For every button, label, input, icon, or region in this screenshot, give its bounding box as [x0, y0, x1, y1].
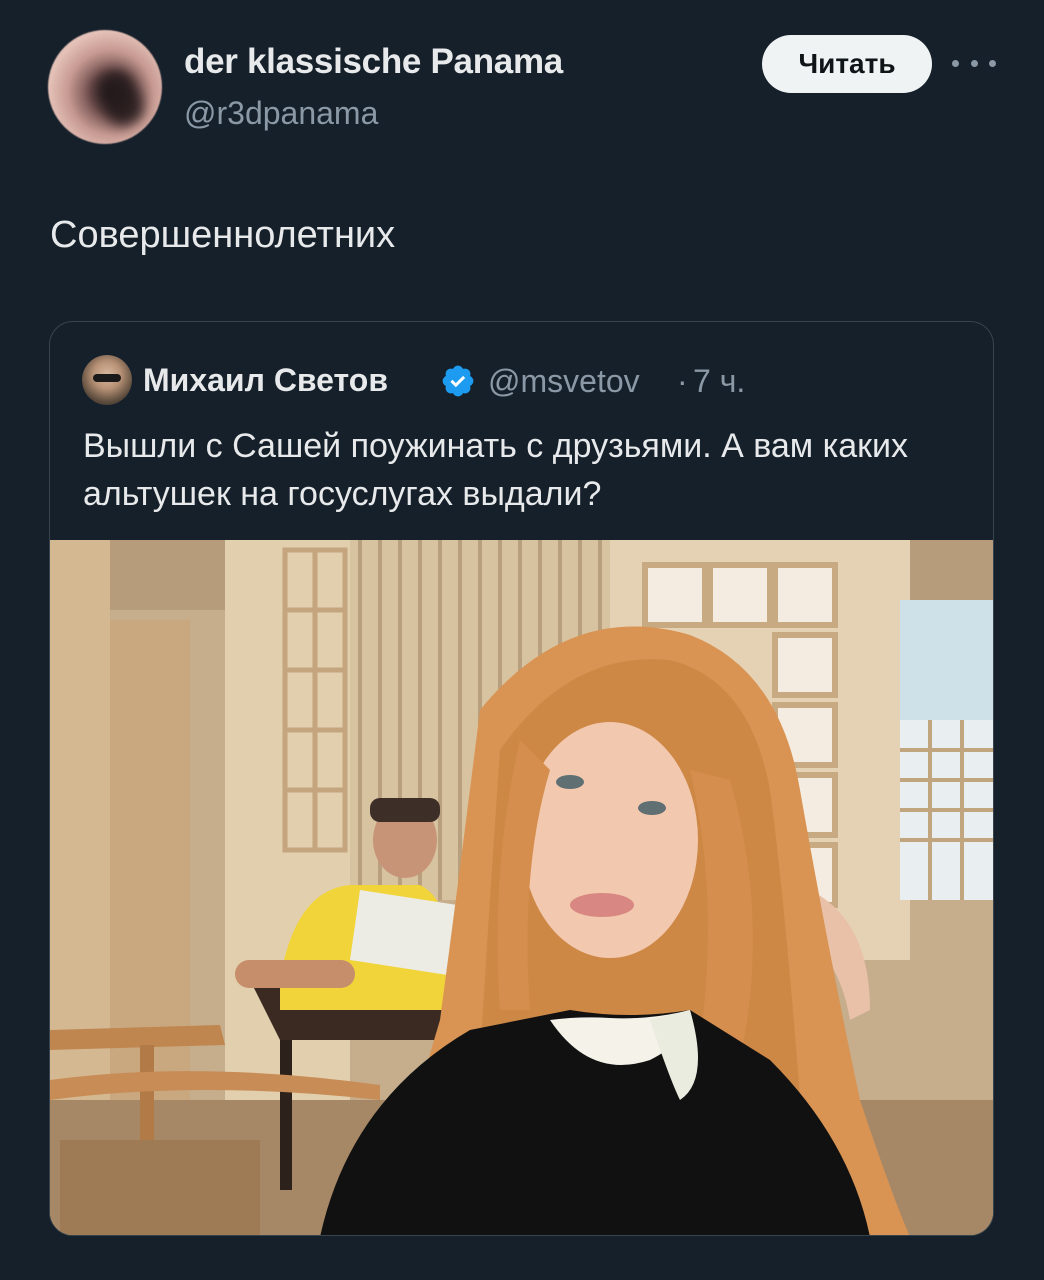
tweet-text: Совершеннолетних: [50, 214, 396, 256]
author-avatar[interactable]: [48, 30, 162, 144]
more-dot: [952, 59, 959, 67]
more-dot: [989, 59, 996, 67]
quote-author-name[interactable]: Михаил Светов: [143, 362, 388, 399]
quote-photo[interactable]: [50, 540, 993, 1235]
more-icon[interactable]: [952, 48, 996, 78]
quote-author-avatar[interactable]: [82, 355, 132, 405]
separator-dot: ·: [677, 363, 688, 399]
quote-text: Вышли с Сашей поужинать с друзьями. А ва…: [83, 427, 909, 513]
follow-button[interactable]: Читать: [762, 35, 932, 93]
quote-timestamp[interactable]: 7 ч.: [693, 363, 745, 400]
restaurant-photo-illustration: [50, 540, 993, 1235]
author-display-name[interactable]: der klassische Panama: [184, 42, 563, 82]
author-handle[interactable]: @r3dpanama: [184, 95, 378, 132]
quoted-tweet[interactable]: Михаил Светов @msvetov · 7 ч. Вышли с Са…: [49, 321, 994, 1236]
tweet-header: der klassische Panama @r3dpanama Читать: [0, 0, 1044, 160]
verified-badge-icon: [442, 365, 474, 397]
quote-author-handle[interactable]: @msvetov: [488, 363, 640, 400]
more-dot: [970, 59, 978, 67]
